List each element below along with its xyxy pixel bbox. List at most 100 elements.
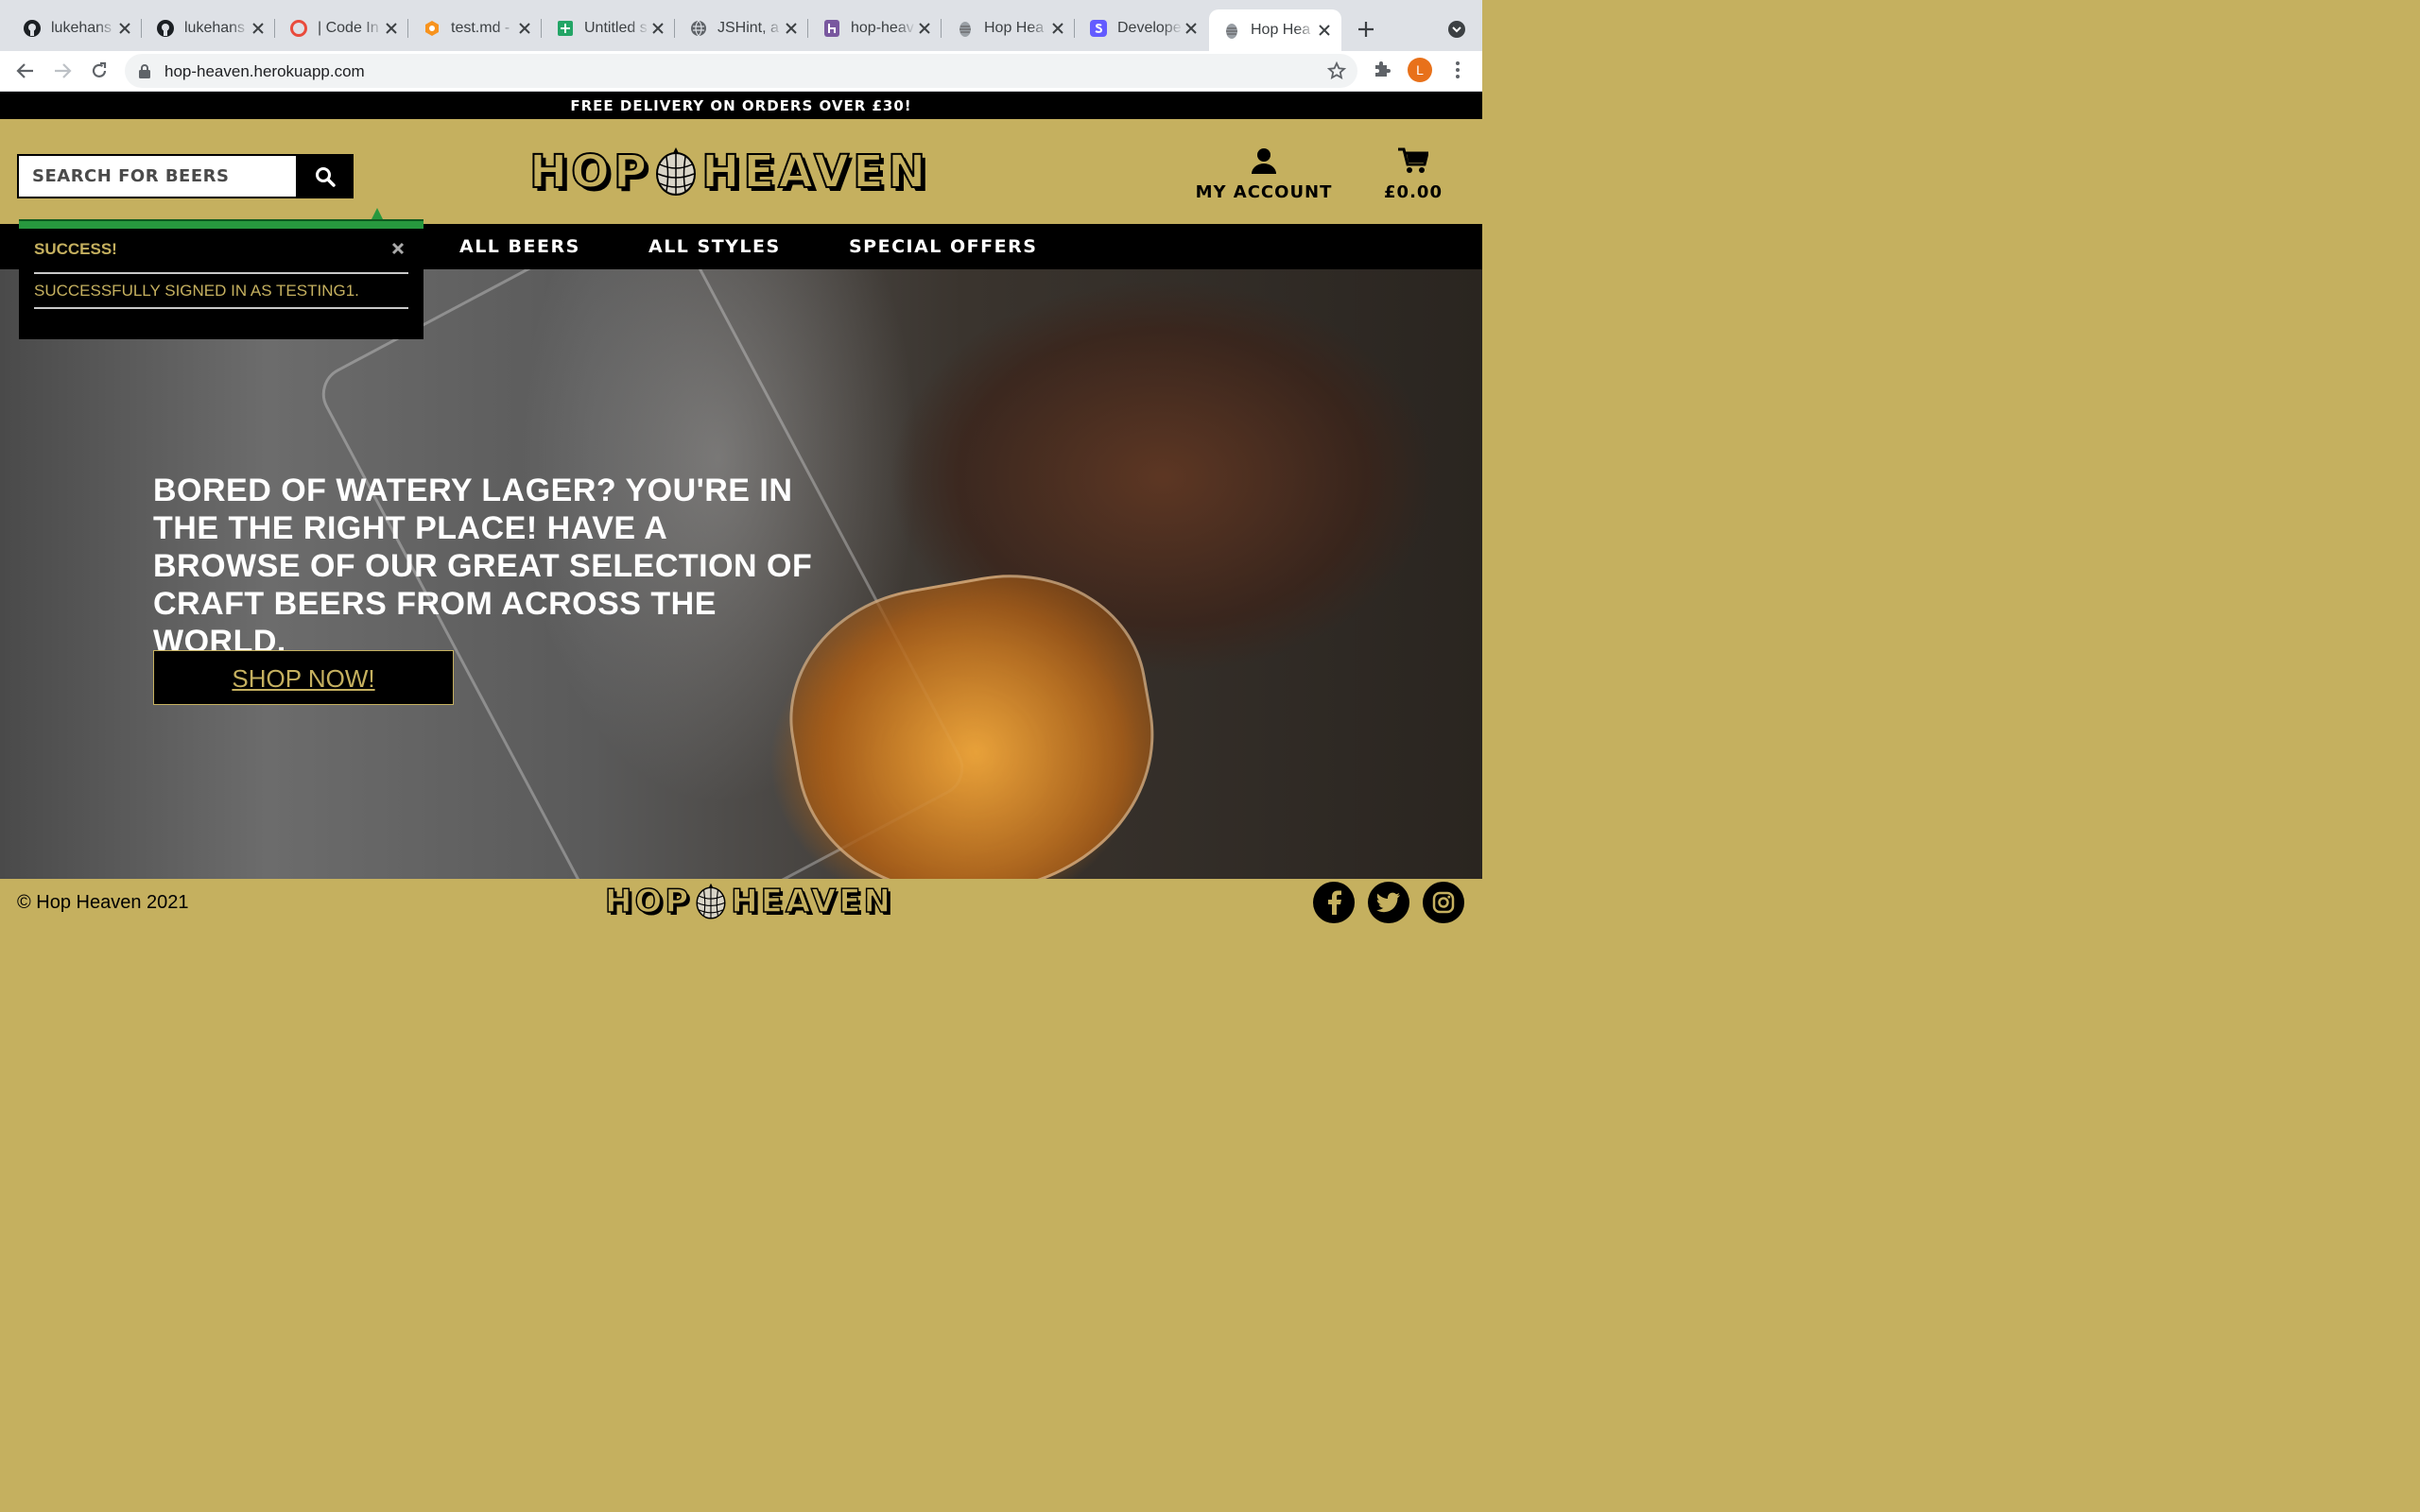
logo-word-heaven: HEAVEN (731, 882, 893, 921)
close-icon[interactable] (116, 20, 132, 37)
toast-heading: SUCCESS! (34, 240, 117, 258)
browser-toolbar: hop-heaven.herokuapp.com (0, 51, 1482, 92)
my-account-link[interactable]: MY ACCOUNT (1193, 147, 1335, 202)
footer-logo[interactable]: HOP HEAVEN (604, 881, 893, 922)
nav-special-offers[interactable]: SPECIAL OFFERS (849, 236, 1037, 257)
markdown-icon (423, 19, 441, 38)
toast-divider (34, 307, 408, 309)
site-footer: © Hop Heaven 2021 HOP HEAVEN (0, 879, 1482, 926)
tab-title: lukehans (184, 20, 246, 36)
success-toast: SUCCESS! Successfully signed in as testi… (19, 208, 424, 339)
toast-message: Successfully signed in as testing1. (34, 282, 359, 300)
tab-separator (674, 19, 675, 38)
logo-word-hop: HOP (604, 882, 692, 921)
browser-tab[interactable]: hop-heav (809, 9, 942, 47)
browser-tab-strip: lukehans lukehans | Code In test.md - Un… (0, 0, 1482, 51)
tab-title: Hop Hea (1251, 22, 1311, 38)
back-arrow-icon[interactable] (13, 59, 38, 83)
cart-icon (1398, 147, 1429, 173)
stripe-icon (1089, 19, 1108, 38)
toast-arrow (372, 208, 383, 219)
forward-arrow-icon[interactable] (50, 59, 75, 83)
github-icon (23, 19, 42, 38)
nav-all-styles[interactable]: ALL STYLES (648, 236, 781, 257)
instagram-icon[interactable] (1423, 882, 1464, 923)
tab-search-icon[interactable] (1446, 19, 1467, 40)
tab-title: Untitled s (584, 20, 648, 36)
close-icon[interactable] (1316, 22, 1332, 39)
address-bar[interactable]: hop-heaven.herokuapp.com (125, 54, 1357, 88)
close-icon[interactable] (391, 242, 405, 260)
globe-icon (689, 19, 708, 38)
browser-tab[interactable]: lukehans (143, 9, 275, 47)
close-icon[interactable] (1183, 20, 1199, 37)
browser-tab[interactable]: Develope (1076, 9, 1208, 47)
browser-tab[interactable]: Untitled s (543, 9, 675, 47)
hop-cone-icon (654, 147, 698, 197)
my-account-label: MY ACCOUNT (1195, 182, 1333, 202)
tab-separator (407, 19, 408, 38)
new-tab-icon[interactable] (1354, 17, 1378, 42)
shopping-cart-link[interactable]: £0.00 (1373, 147, 1454, 202)
tab-title: hop-heav (851, 20, 914, 36)
browser-tab-active[interactable]: Hop Hea (1209, 9, 1341, 51)
hero-section: BORED OF WATERY LAGER? YOU'RE IN THE THE… (0, 269, 1482, 879)
browser-tab[interactable]: | Code In (276, 9, 408, 47)
close-icon[interactable] (1049, 20, 1065, 37)
tab-title: Develope (1117, 20, 1182, 36)
sheets-icon (556, 19, 575, 38)
user-icon (1252, 148, 1276, 174)
tab-title: JSHint, a (717, 20, 779, 36)
browser-tab[interactable]: Hop Hea (942, 9, 1075, 47)
tab-title: test.md - (451, 20, 510, 36)
tab-separator (141, 19, 142, 38)
shop-now-button[interactable]: SHOP NOW! (153, 650, 454, 705)
twitter-icon[interactable] (1368, 882, 1409, 923)
hop-cone-icon (695, 883, 727, 920)
toast-divider (34, 272, 408, 274)
hop-icon (1222, 21, 1241, 40)
hero-tagline: BORED OF WATERY LAGER? YOU'RE IN THE THE… (153, 472, 813, 660)
search-form (17, 154, 297, 198)
toast-success-bar (19, 219, 424, 229)
profile-avatar[interactable]: L (1408, 58, 1432, 82)
logo-word-hop: HOP (528, 145, 651, 199)
url-text[interactable]: hop-heaven.herokuapp.com (164, 62, 365, 81)
browser-tab[interactable]: lukehans (9, 9, 142, 47)
close-icon[interactable] (516, 20, 532, 37)
tab-title: Hop Hea (984, 20, 1045, 36)
close-icon[interactable] (250, 20, 266, 37)
copyright-text: © Hop Heaven 2021 (17, 892, 189, 913)
tab-separator (274, 19, 275, 38)
browser-tab[interactable]: JSHint, a (676, 9, 808, 47)
close-icon[interactable] (383, 20, 399, 37)
free-delivery-banner: FREE DELIVERY ON ORDERS OVER £30! (0, 92, 1482, 119)
tab-title: lukehans (51, 20, 112, 36)
cart-total: £0.00 (1384, 182, 1443, 202)
tab-title: | Code In (318, 20, 379, 36)
bookmark-star-icon[interactable] (1326, 60, 1347, 85)
site-logo[interactable]: HOP HEAVEN (528, 145, 930, 199)
logo-word-heaven: HEAVEN (700, 145, 930, 199)
browser-tab[interactable]: test.md - (409, 9, 542, 47)
extensions-puzzle-icon[interactable] (1373, 60, 1392, 83)
tab-separator (807, 19, 808, 38)
close-icon[interactable] (649, 20, 666, 37)
site-header: HOP HEAVEN MY ACCOUNT £0.00 (0, 119, 1482, 224)
nav-all-beers[interactable]: ALL BEERS (459, 236, 580, 257)
tab-separator (941, 19, 942, 38)
search-input[interactable] (19, 156, 297, 197)
code-institute-icon (289, 19, 308, 38)
tab-separator (541, 19, 542, 38)
search-icon (315, 166, 336, 187)
reload-icon[interactable] (87, 59, 112, 83)
lock-icon[interactable] (138, 63, 151, 83)
browser-menu-icon[interactable] (1448, 59, 1467, 81)
close-icon[interactable] (783, 20, 799, 37)
facebook-icon[interactable] (1313, 882, 1355, 923)
heroku-icon (822, 19, 841, 38)
search-button[interactable] (296, 154, 354, 198)
tab-separator (1074, 19, 1075, 38)
github-icon (156, 19, 175, 38)
close-icon[interactable] (916, 20, 932, 37)
